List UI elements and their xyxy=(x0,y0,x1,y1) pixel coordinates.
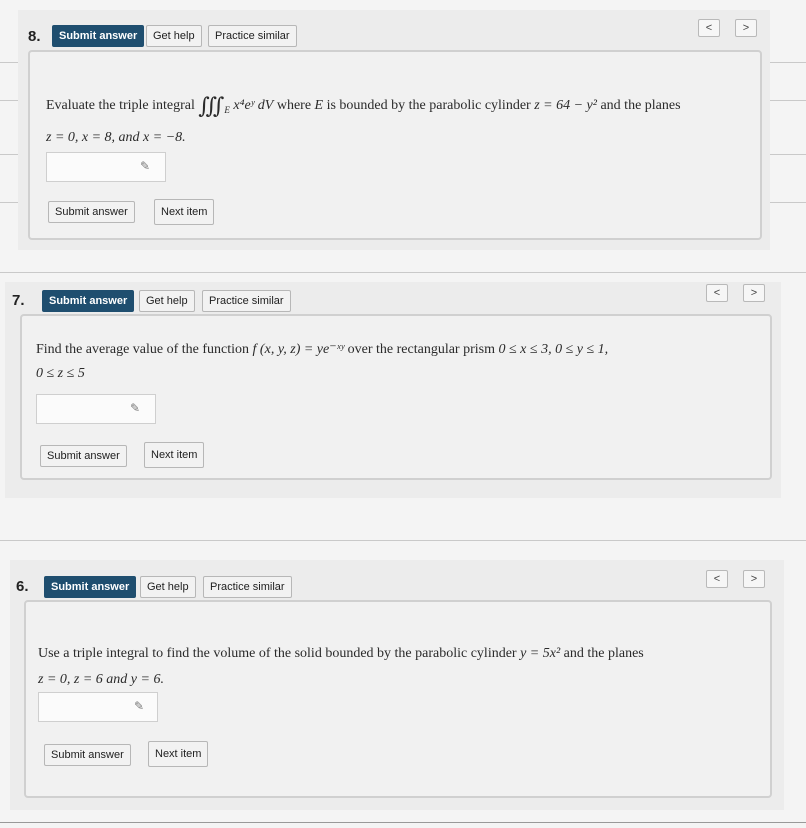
submit-answer-button[interactable]: Submit answer xyxy=(42,290,135,312)
next-question-button[interactable]: > xyxy=(735,19,757,37)
pencil-icon[interactable]: ✎ xyxy=(130,401,140,415)
submit-answer-button[interactable]: Submit answer xyxy=(44,744,131,766)
get-help-button[interactable]: Get help xyxy=(140,576,196,598)
chevron-left-icon: < xyxy=(713,573,721,585)
question-text: Evaluate the triple integral ∭E x⁴eʸ dV … xyxy=(46,93,681,118)
chevron-left-icon: < xyxy=(713,287,721,299)
practice-similar-button[interactable]: Practice similar xyxy=(203,576,292,598)
question-text: Use a triple integral to find the volume… xyxy=(38,646,644,661)
question-number: 6. xyxy=(16,578,29,595)
triple-integral-symbol: ∭ xyxy=(198,93,225,118)
question-text: Find the average value of the function f… xyxy=(36,342,609,357)
next-item-button[interactable]: Next item xyxy=(148,741,209,767)
divider xyxy=(0,540,806,541)
next-item-button[interactable]: Next item xyxy=(154,199,215,225)
submit-answer-button[interactable]: Submit answer xyxy=(40,445,127,467)
submit-answer-button[interactable]: Submit answer xyxy=(44,576,137,598)
divider xyxy=(0,272,806,273)
get-help-button[interactable]: Get help xyxy=(146,25,202,47)
question-text-line2: 0 ≤ z ≤ 5 xyxy=(36,366,85,381)
prev-question-button[interactable]: < xyxy=(706,570,728,588)
submit-answer-button[interactable]: Submit answer xyxy=(48,201,135,223)
chevron-right-icon: > xyxy=(750,573,758,585)
chevron-right-icon: > xyxy=(742,22,750,34)
question-number: 7. xyxy=(12,292,25,309)
submit-answer-button[interactable]: Submit answer xyxy=(52,25,145,47)
get-help-button[interactable]: Get help xyxy=(139,290,195,312)
practice-similar-button[interactable]: Practice similar xyxy=(208,25,297,47)
question-text-line2: z = 0, x = 8, and x = −8. xyxy=(46,130,186,145)
practice-similar-button[interactable]: Practice similar xyxy=(202,290,291,312)
pencil-icon[interactable]: ✎ xyxy=(134,699,144,713)
prev-question-button[interactable]: < xyxy=(706,284,728,302)
chevron-left-icon: < xyxy=(705,22,713,34)
question-number: 8. xyxy=(28,28,41,45)
prev-question-button[interactable]: < xyxy=(698,19,720,37)
pencil-icon[interactable]: ✎ xyxy=(140,159,150,173)
question-text-line2: z = 0, z = 6 and y = 6. xyxy=(38,672,164,687)
next-item-button[interactable]: Next item xyxy=(144,442,205,468)
divider xyxy=(0,822,806,823)
next-question-button[interactable]: > xyxy=(743,284,765,302)
chevron-right-icon: > xyxy=(750,287,758,299)
next-question-button[interactable]: > xyxy=(743,570,765,588)
